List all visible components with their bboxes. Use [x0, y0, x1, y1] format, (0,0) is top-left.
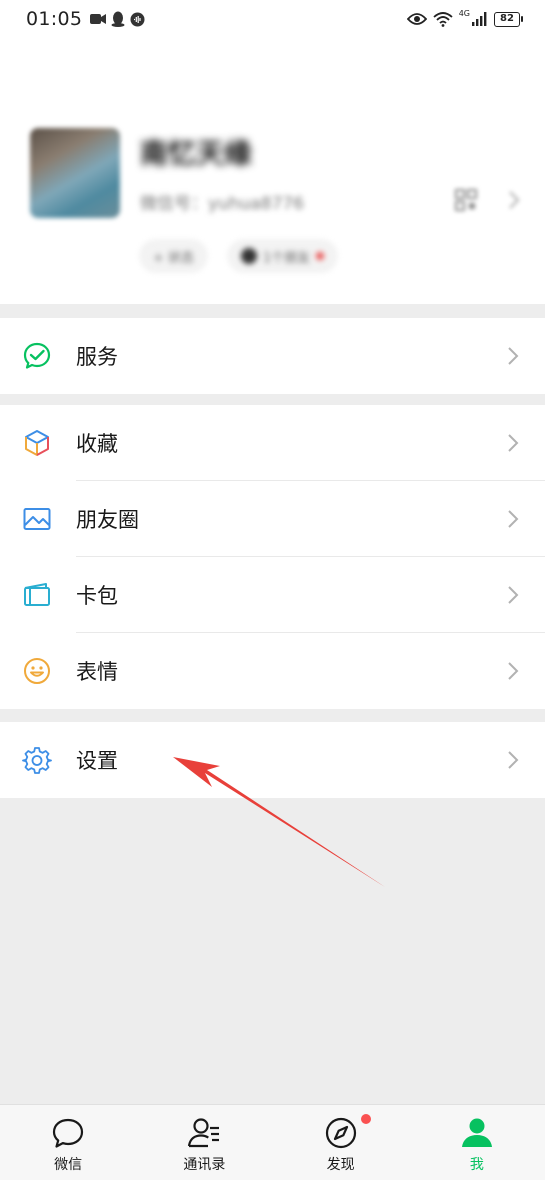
menu-item-label: 朋友圈 — [76, 508, 139, 532]
chevron-right-icon — [508, 347, 519, 365]
chevron-right-icon — [508, 510, 519, 528]
menu-item-label: 设置 — [76, 749, 118, 773]
friend-avatar-dot — [241, 248, 257, 264]
contacts-icon — [188, 1118, 220, 1148]
person-icon — [461, 1118, 492, 1147]
cube-icon — [25, 430, 49, 456]
settings-group: 设置 — [0, 722, 545, 798]
tab-me[interactable]: 我 — [409, 1105, 545, 1180]
chat-bubble-icon — [53, 1118, 84, 1148]
compass-icon — [325, 1117, 356, 1149]
chevron-right-icon — [508, 434, 519, 452]
menu-item-label: 卡包 — [76, 584, 118, 608]
qr-code-icon[interactable] — [455, 189, 477, 211]
tab-label: 我 — [469, 1157, 484, 1173]
status-chip[interactable]: + 状态 — [140, 240, 208, 272]
tab-contacts[interactable]: 通讯录 — [136, 1105, 272, 1180]
tab-discover[interactable]: 发现 — [273, 1105, 409, 1180]
menu-item-favorites[interactable]: 收藏 — [0, 405, 545, 481]
battery-level: 82 — [494, 11, 520, 27]
menu-item-label: 表情 — [76, 660, 118, 684]
video-camera-icon — [90, 14, 107, 24]
profile-nickname: 南忆天缘 — [140, 137, 253, 170]
signal-icon — [472, 12, 487, 26]
menu-item-services[interactable]: 服务 — [0, 318, 545, 394]
tab-label: 发现 — [326, 1157, 355, 1173]
menu-item-cards[interactable]: 卡包 — [0, 557, 545, 633]
menu-item-label: 服务 — [76, 345, 118, 369]
card-icon — [24, 583, 50, 606]
chevron-right-icon — [508, 662, 519, 680]
wechat-id: 微信号：yuhua8776 — [140, 194, 305, 214]
avatar[interactable] — [30, 128, 120, 218]
menu-item-moments[interactable]: 朋友圈 — [0, 481, 545, 557]
tab-label: 通讯录 — [183, 1157, 226, 1173]
smile-icon — [24, 658, 50, 684]
network-type: 4G — [458, 8, 470, 18]
notification-dot — [360, 1114, 371, 1124]
menu-item-label: 收藏 — [76, 432, 118, 456]
services-group: 服务 — [0, 318, 545, 394]
menu-item-settings[interactable]: 设置 — [0, 722, 545, 798]
wifi-icon — [433, 12, 453, 27]
status-chip-label: + 状态 — [153, 250, 195, 266]
bottom-tab-bar: 微信 通讯录 发现 我 — [0, 1104, 545, 1180]
friends-status-chip[interactable]: 1个朋友 — [228, 240, 338, 272]
gear-icon — [22, 747, 52, 774]
profile-header[interactable]: 南忆天缘 微信号：yuhua8776 + 状态 1个朋友 — [0, 38, 545, 304]
red-dot-badge — [316, 252, 325, 260]
friends-chip-label: 1个朋友 — [263, 250, 311, 266]
eye-icon — [406, 13, 427, 25]
battery-indicator: 82 — [494, 11, 523, 27]
tab-chats[interactable]: 微信 — [0, 1105, 136, 1180]
status-bar: 01:05 4G 82 — [0, 0, 545, 38]
wechat-pay-icon — [23, 342, 51, 369]
tab-label: 微信 — [54, 1157, 83, 1173]
status-time: 01:05 — [26, 8, 83, 30]
chevron-right-icon — [508, 586, 519, 604]
qq-penguin-icon — [111, 11, 125, 27]
photo-icon — [23, 508, 51, 530]
sound-wave-icon — [130, 12, 145, 26]
features-group: 收藏 朋友圈 卡包 表情 — [0, 405, 545, 709]
chevron-right-icon — [508, 751, 519, 769]
chevron-right-icon — [509, 191, 520, 209]
menu-item-stickers[interactable]: 表情 — [0, 633, 545, 709]
